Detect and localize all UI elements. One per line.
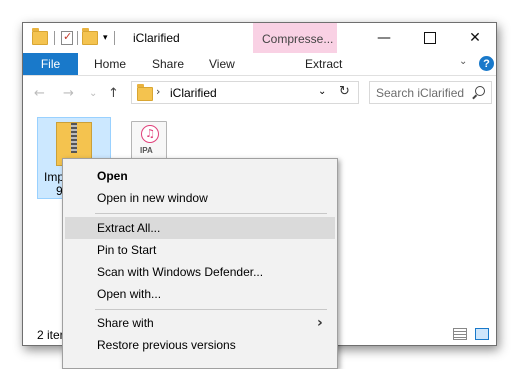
quick-access-toolbar: ▾ xyxy=(32,28,121,47)
separator xyxy=(54,31,55,45)
menu-item-scan-defender[interactable]: Scan with Windows Defender... xyxy=(65,261,335,283)
menu-item-label: Scan with Windows Defender... xyxy=(97,265,264,279)
title-bar: ▾ iClarified Compresse... — ✕ xyxy=(23,23,496,53)
help-icon[interactable]: ? xyxy=(479,56,494,71)
forward-icon[interactable]: → xyxy=(63,86,74,101)
contextual-tab-title: Compresse... xyxy=(262,32,334,46)
menu-item-open-new-window[interactable]: Open in new window xyxy=(65,187,335,209)
menu-item-open[interactable]: Open xyxy=(65,165,335,187)
up-icon[interactable]: ↑ xyxy=(108,86,119,101)
ribbon-tabs: File Home Share View Extract ⌄ ? xyxy=(23,53,496,76)
recent-locations-icon[interactable]: ⌄ xyxy=(89,88,97,99)
contextual-tab-header: Compresse... xyxy=(253,23,337,53)
close-button[interactable]: ✕ xyxy=(452,23,496,53)
minimize-icon: — xyxy=(377,30,391,46)
properties-icon[interactable] xyxy=(61,30,73,45)
ipa-label: IPA xyxy=(140,146,153,155)
maximize-button[interactable] xyxy=(407,23,453,53)
menu-item-label: Share with xyxy=(97,316,154,330)
customize-qat-dropdown-icon[interactable]: ▾ xyxy=(103,33,108,43)
menu-item-label: Open with... xyxy=(97,287,162,301)
menu-separator xyxy=(95,213,327,214)
separator xyxy=(77,31,78,45)
search-input[interactable]: Search iClarified xyxy=(376,86,464,100)
folder-icon[interactable] xyxy=(32,28,48,45)
folder-icon xyxy=(137,84,153,101)
menu-item-extract-all[interactable]: Extract All... xyxy=(65,217,335,239)
search-icon[interactable] xyxy=(475,86,485,96)
ribbon-expand-icon[interactable]: ⌄ xyxy=(459,56,467,67)
menu-item-share-with[interactable]: Share with › xyxy=(65,312,335,334)
breadcrumb-chevron-icon[interactable]: › xyxy=(156,85,160,98)
tab-home[interactable]: Home xyxy=(94,57,126,71)
new-folder-icon[interactable] xyxy=(82,28,98,45)
navigation-bar: ← → ⌄ ↑ › iClarified ⌄ ↻ Search iClarifi… xyxy=(23,76,496,110)
menu-item-pin-to-start[interactable]: Pin to Start xyxy=(65,239,335,261)
menu-item-label: Open xyxy=(97,169,128,183)
menu-item-label: Pin to Start xyxy=(97,243,157,257)
menu-item-open-with[interactable]: Open with... xyxy=(65,283,335,305)
menu-item-label: Extract All... xyxy=(97,221,161,235)
menu-item-label: Open in new window xyxy=(97,191,208,205)
submenu-arrow-icon: › xyxy=(317,315,323,331)
refresh-icon[interactable]: ↻ xyxy=(339,84,350,99)
tab-view[interactable]: View xyxy=(209,57,235,71)
details-view-icon[interactable] xyxy=(453,328,467,340)
tab-file[interactable]: File xyxy=(23,53,78,75)
maximize-icon xyxy=(424,32,436,44)
context-menu: Open Open in new window Extract All... P… xyxy=(62,158,338,369)
separator xyxy=(113,31,115,45)
item-count: 2 iter xyxy=(37,328,64,342)
search-box[interactable]: Search iClarified xyxy=(369,81,492,104)
address-bar[interactable]: › iClarified ⌄ ↻ xyxy=(131,81,359,104)
menu-item-label: Restore previous versions xyxy=(97,338,236,352)
tab-extract[interactable]: Extract xyxy=(305,57,342,71)
minimize-button[interactable]: — xyxy=(361,23,407,53)
tab-share[interactable]: Share xyxy=(152,57,184,71)
close-icon: ✕ xyxy=(469,30,481,46)
address-dropdown-icon[interactable]: ⌄ xyxy=(318,86,326,97)
large-icons-view-icon[interactable] xyxy=(475,328,489,340)
address-path[interactable]: iClarified xyxy=(170,86,217,100)
menu-separator xyxy=(95,309,327,310)
menu-item-restore-versions[interactable]: Restore previous versions xyxy=(65,334,335,356)
window-title: iClarified xyxy=(133,31,180,45)
back-icon[interactable]: ← xyxy=(34,86,45,101)
